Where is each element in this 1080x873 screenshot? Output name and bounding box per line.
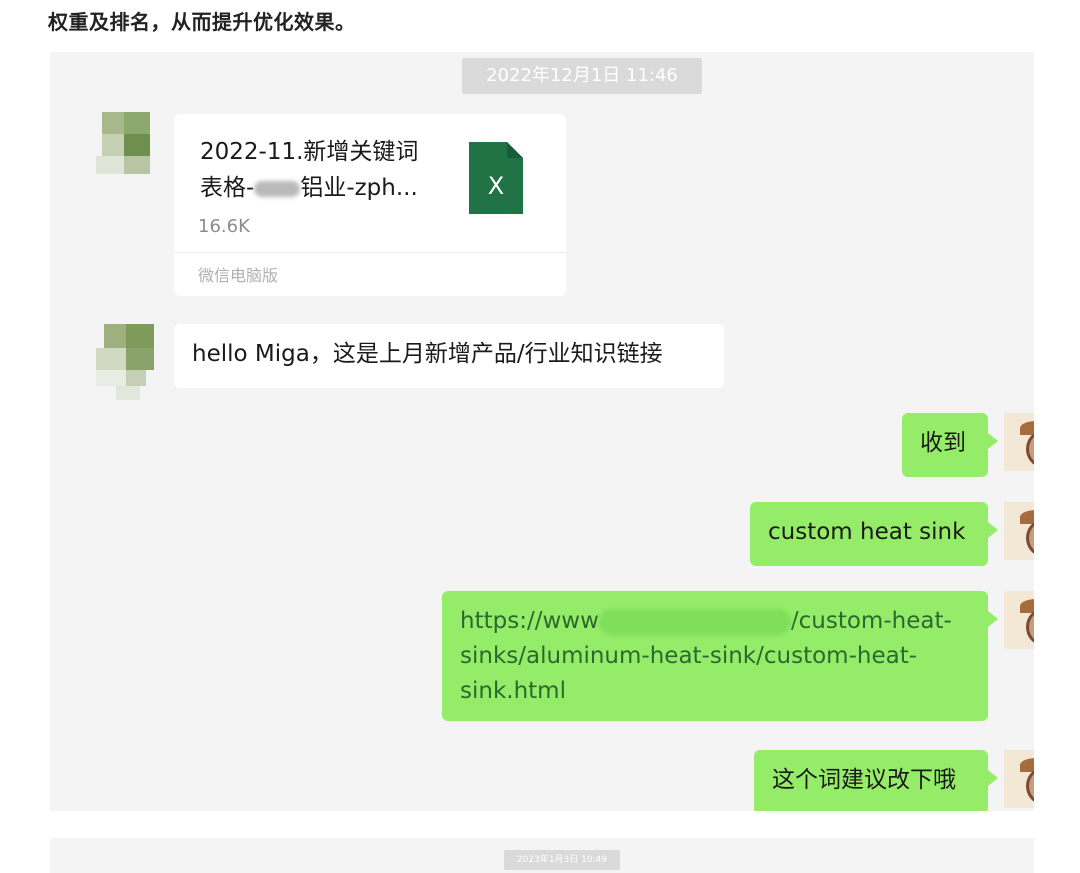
contact-avatar[interactable] bbox=[96, 112, 154, 174]
excel-file-icon: X bbox=[469, 142, 523, 214]
file-name-prefix: 表格- bbox=[200, 175, 255, 201]
divider bbox=[174, 252, 566, 253]
outgoing-message[interactable]: 这个词建议改下哦 bbox=[754, 750, 998, 811]
article-text: 权重及排名，从而提升优化效果。 bbox=[48, 10, 356, 34]
user-avatar[interactable] bbox=[1004, 591, 1034, 649]
file-size: 16.6K bbox=[198, 216, 250, 237]
link-text-start[interactable]: https://www bbox=[460, 608, 599, 634]
file-source-label: 微信电脑版 bbox=[198, 266, 279, 285]
file-message-card[interactable]: 2022-11.新增关键词 表格- 铝业-zph... X 16.6K 微信电脑版 bbox=[174, 114, 566, 296]
outgoing-message[interactable]: custom heat sink bbox=[750, 502, 998, 566]
incoming-message[interactable]: hello Miga，这是上月新增产品/行业知识链接 bbox=[174, 324, 724, 388]
file-name-suffix: 铝业-zph... bbox=[300, 175, 418, 201]
chat-screenshot-2: 2023年1月3日 10:49 bbox=[50, 838, 1034, 873]
chat-timestamp: 2022年12月1日 11:46 bbox=[462, 58, 702, 94]
user-avatar[interactable] bbox=[1004, 413, 1034, 471]
excel-letter: X bbox=[488, 172, 504, 200]
contact-avatar[interactable] bbox=[96, 324, 154, 400]
chat-screenshot: 2022年12月1日 11:46 2022-11.新增关键词 表格- 铝业-zph… bbox=[50, 52, 1034, 811]
outgoing-message[interactable]: 收到 bbox=[902, 413, 998, 477]
outgoing-link-message[interactable]: https://www/custom-heat-sinks/aluminum-h… bbox=[442, 591, 998, 721]
file-name: 2022-11.新增关键词 表格- 铝业-zph... bbox=[200, 134, 450, 206]
blurred-text bbox=[254, 180, 301, 197]
user-avatar[interactable] bbox=[1004, 750, 1034, 808]
chat-timestamp: 2023年1月3日 10:49 bbox=[504, 850, 620, 870]
user-avatar[interactable] bbox=[1004, 502, 1034, 560]
blurred-domain bbox=[598, 608, 791, 635]
file-name-line1: 2022-11.新增关键词 bbox=[200, 139, 419, 165]
